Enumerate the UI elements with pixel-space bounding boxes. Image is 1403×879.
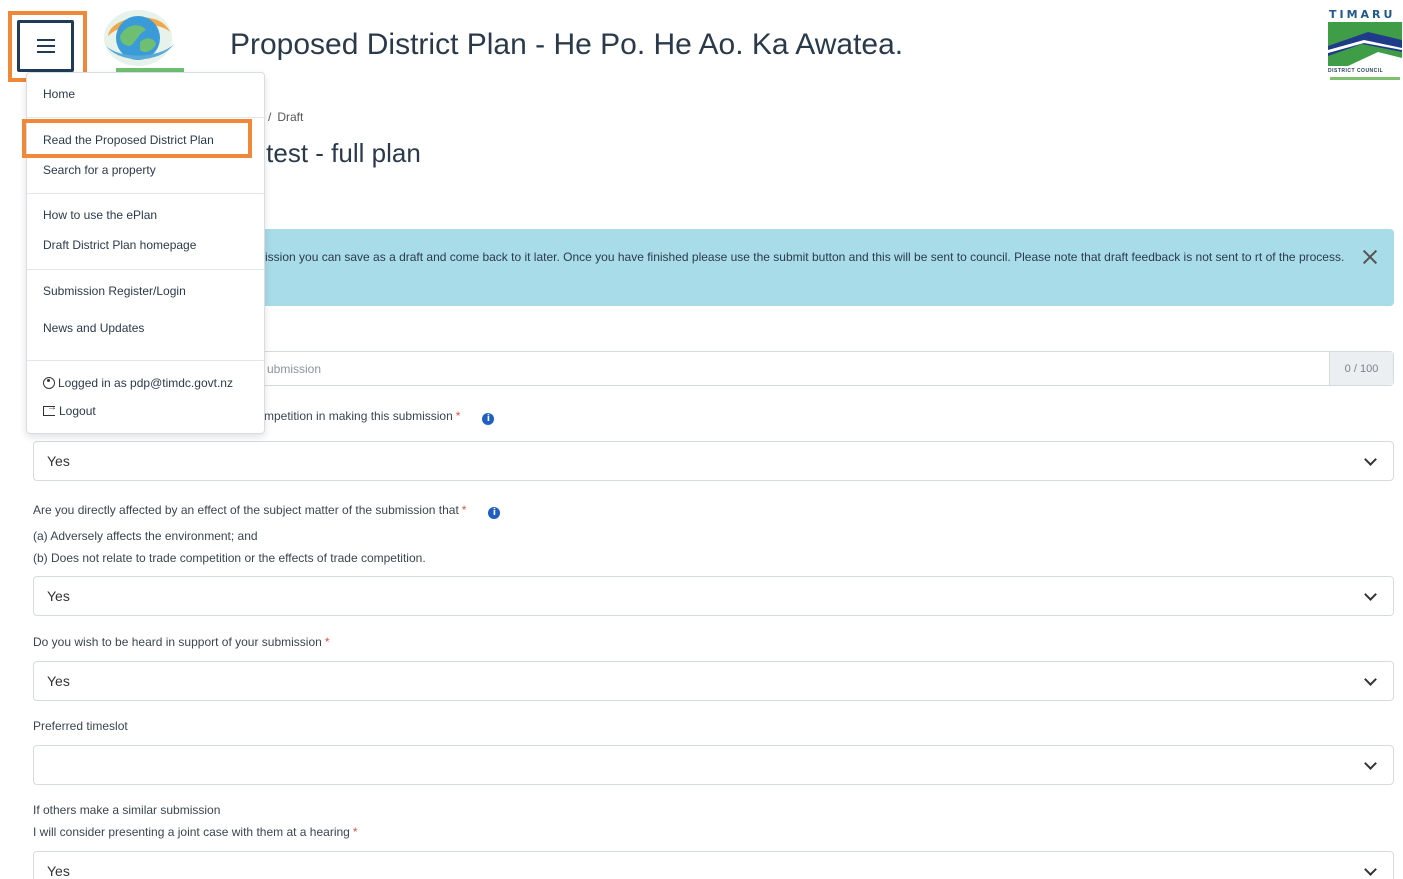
menu-divider	[27, 269, 264, 270]
hamburger-menu-button[interactable]	[17, 20, 74, 72]
council-name: TIMARU	[1329, 8, 1396, 21]
menu-item-news[interactable]: News and Updates	[43, 321, 144, 335]
menu-item-search-property[interactable]: Search for a property	[43, 163, 156, 177]
select-value: Yes	[47, 673, 70, 689]
select-value: Yes	[47, 588, 70, 604]
site-title: Proposed District Plan - He Po. He Ao. K…	[230, 28, 904, 61]
chevron-down-icon	[1364, 757, 1377, 770]
council-emblem-icon	[1328, 22, 1402, 66]
alert-text: ission you can save as a draft and come …	[265, 250, 1345, 264]
menu-item-home[interactable]: Home	[43, 87, 75, 101]
chevron-down-icon	[1364, 673, 1377, 686]
directly-affected-line-b: (b) Does not relate to trade competition…	[33, 551, 426, 565]
breadcrumb-current[interactable]: Draft	[277, 110, 303, 124]
menu-divider	[27, 193, 264, 194]
joint-case-label: I will consider presenting a joint case …	[33, 825, 358, 839]
chevron-down-icon	[1364, 453, 1377, 466]
chevron-down-icon	[1364, 588, 1377, 601]
nav-dropdown-menu: Home Read the Proposed District Plan Sea…	[26, 72, 265, 434]
menu-item-draft-homepage[interactable]: Draft District Plan homepage	[43, 238, 196, 252]
preferred-timeslot-label: Preferred timeslot	[33, 719, 128, 733]
info-icon[interactable]: i	[488, 507, 501, 519]
required-marker: *	[352, 825, 358, 839]
trade-competition-select[interactable]: Yes	[33, 441, 1394, 481]
info-icon[interactable]: i	[482, 413, 495, 425]
breadcrumb-separator: /	[268, 110, 272, 124]
logout-icon	[43, 402, 57, 416]
council-logo: TIMARU DISTRICT COUNCIL	[1326, 8, 1402, 86]
trade-competition-label: mpetition in making this submission * i	[264, 409, 495, 425]
joint-case-select[interactable]: Yes	[33, 851, 1394, 879]
directly-affected-select[interactable]: Yes	[33, 576, 1394, 616]
close-icon[interactable]	[1360, 247, 1380, 267]
menu-item-submission-login[interactable]: Submission Register/Login	[43, 284, 186, 298]
required-marker: *	[324, 635, 330, 649]
directly-affected-label: Are you directly affected by an effect o…	[33, 503, 501, 519]
heard-in-support-label: Do you wish to be heard in support of yo…	[33, 635, 330, 649]
menu-item-read-plan[interactable]: Read the Proposed District Plan	[43, 133, 214, 147]
menu-logged-in: Logged in as pdp@timdc.govt.nz	[43, 376, 233, 390]
district-plan-logo	[104, 10, 174, 66]
required-marker: *	[461, 503, 467, 517]
preferred-timeslot-select[interactable]	[33, 745, 1394, 785]
menu-item-logout[interactable]: Logout	[43, 402, 96, 418]
menu-item-how-to-use[interactable]: How to use the ePlan	[43, 208, 157, 222]
menu-divider	[27, 360, 264, 361]
hamburger-icon	[36, 39, 55, 53]
directly-affected-line-a: (a) Adversely affects the environment; a…	[33, 529, 258, 543]
required-marker: *	[455, 409, 461, 423]
chevron-down-icon	[1364, 863, 1377, 876]
heard-in-support-select[interactable]: Yes	[33, 661, 1394, 701]
breadcrumb: / Draft	[268, 110, 303, 124]
user-icon	[43, 377, 55, 389]
joint-case-intro: If others make a similar submission	[33, 803, 221, 817]
menu-divider	[27, 117, 264, 118]
character-counter: 0 / 100	[1329, 352, 1393, 385]
select-value: Yes	[47, 453, 70, 469]
select-value: Yes	[47, 863, 70, 879]
council-subtitle: DISTRICT COUNCIL	[1328, 68, 1384, 74]
